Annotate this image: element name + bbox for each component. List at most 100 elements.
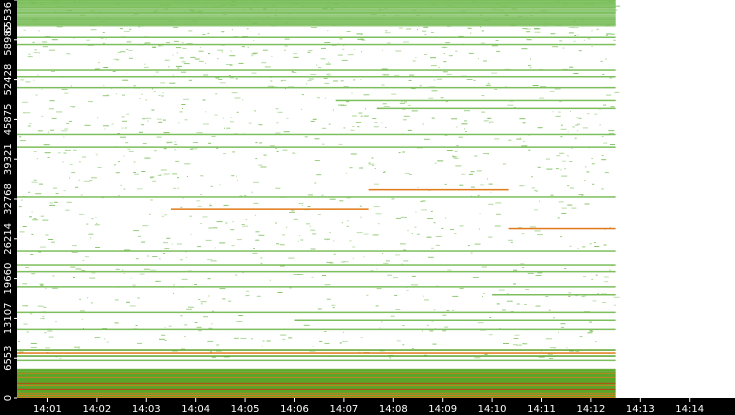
scatter-mark xyxy=(482,295,483,297)
scatter-mark xyxy=(162,92,164,94)
scatter-mark xyxy=(363,115,369,117)
scatter-mark xyxy=(197,246,202,248)
scatter-mark xyxy=(327,30,329,32)
scatter-mark xyxy=(125,142,129,144)
scatter-mark xyxy=(180,206,183,208)
scatter-mark xyxy=(31,181,38,183)
scatter-mark xyxy=(422,295,424,297)
scatter-mark xyxy=(30,347,37,348)
scatter-mark xyxy=(39,183,43,185)
scatter-mark xyxy=(190,56,196,58)
scatter-mark xyxy=(488,183,493,185)
scatter-mark xyxy=(381,122,383,124)
scatter-mark xyxy=(115,172,120,174)
scatter-mark xyxy=(566,155,569,157)
scatter-mark xyxy=(508,139,512,141)
scatter-mark xyxy=(128,150,134,152)
scatter-mark xyxy=(188,306,194,308)
scatter-mark xyxy=(561,213,567,214)
scatter-mark xyxy=(435,236,442,237)
scatter-mark xyxy=(495,213,501,215)
scatter-mark xyxy=(324,343,330,344)
scatter-mark xyxy=(568,292,572,294)
scatter-mark xyxy=(534,230,541,232)
scatter-mark xyxy=(133,230,139,232)
scatter-mark xyxy=(149,177,153,179)
scatter-mark xyxy=(407,230,409,232)
scatter-mark xyxy=(159,338,165,340)
scatter-mark xyxy=(416,233,420,235)
scatter-mark xyxy=(173,187,177,189)
port-activity-chart: 14:01 14:02 14:03 14:04 14:05 14:06 14:07 14:08… xyxy=(0,0,735,415)
scatter-mark xyxy=(376,288,382,290)
scatter-mark xyxy=(70,106,73,107)
scatter-mark xyxy=(481,95,485,97)
x-tick-label: 14:01 xyxy=(33,404,62,415)
scatter-mark xyxy=(205,111,207,113)
scatter-mark xyxy=(560,136,563,138)
stream-line-18300 xyxy=(17,286,616,288)
scatter-mark xyxy=(459,287,464,289)
scatter-mark xyxy=(591,163,595,165)
scatter-mark xyxy=(326,298,331,300)
scatter-mark xyxy=(303,324,310,326)
scatter-mark xyxy=(141,241,146,243)
scatter-mark xyxy=(128,50,133,51)
scatter-mark xyxy=(153,150,157,152)
scatter-mark xyxy=(89,277,96,279)
scatter-mark xyxy=(247,46,249,48)
scatter-mark xyxy=(424,34,427,36)
scatter-mark xyxy=(136,188,143,190)
scatter-mark xyxy=(163,242,168,244)
scatter-mark xyxy=(242,99,244,101)
scatter-mark xyxy=(528,149,531,151)
scatter-mark xyxy=(561,124,563,126)
scatter-mark xyxy=(583,39,585,41)
scatter-mark xyxy=(373,126,379,128)
scatter-mark xyxy=(174,143,178,145)
scatter-mark xyxy=(127,148,131,150)
scatter-mark xyxy=(595,274,598,276)
stream-line-51100 xyxy=(17,86,616,89)
scatter-mark xyxy=(550,347,557,349)
scatter-mark xyxy=(39,246,46,248)
scatter-mark xyxy=(584,180,586,182)
scatter-mark xyxy=(143,66,149,68)
stream-line-63400 xyxy=(17,12,616,14)
x-tick-label: 14:03 xyxy=(132,404,161,415)
scatter-mark xyxy=(432,343,437,345)
scatter-mark xyxy=(221,31,225,33)
scatter-mark xyxy=(186,176,188,177)
scatter-mark xyxy=(575,124,579,126)
scatter-mark xyxy=(208,227,214,229)
scatter-mark xyxy=(579,336,583,338)
scatter-mark xyxy=(231,175,235,177)
stream-line-43400 xyxy=(17,133,616,136)
scatter-mark xyxy=(526,39,532,41)
scatter-mark xyxy=(241,224,245,225)
scatter-mark xyxy=(516,138,522,140)
scatter-mark xyxy=(472,277,479,278)
scatter-mark xyxy=(25,81,31,83)
scatter-mark xyxy=(345,172,347,174)
scatter-mark xyxy=(583,276,587,278)
scatter-mark xyxy=(307,80,312,82)
scatter-mark xyxy=(567,131,569,133)
scatter-mark xyxy=(445,217,447,219)
scatter-mark xyxy=(133,85,136,87)
scatter-mark xyxy=(33,52,39,54)
scatter-mark xyxy=(399,102,405,104)
scatter-mark xyxy=(256,295,261,297)
scatter-mark xyxy=(130,277,132,279)
scatter-mark xyxy=(357,126,360,128)
scatter-mark xyxy=(320,58,326,60)
scatter-mark xyxy=(522,343,524,344)
scatter-mark xyxy=(333,253,336,255)
scatter-mark xyxy=(114,299,119,301)
scatter-mark xyxy=(228,300,232,302)
scatter-mark xyxy=(483,153,489,155)
scatter-mark xyxy=(395,309,401,310)
scatter-mark xyxy=(529,67,532,69)
scatter-mark xyxy=(59,357,62,359)
scatter-mark xyxy=(454,233,457,235)
